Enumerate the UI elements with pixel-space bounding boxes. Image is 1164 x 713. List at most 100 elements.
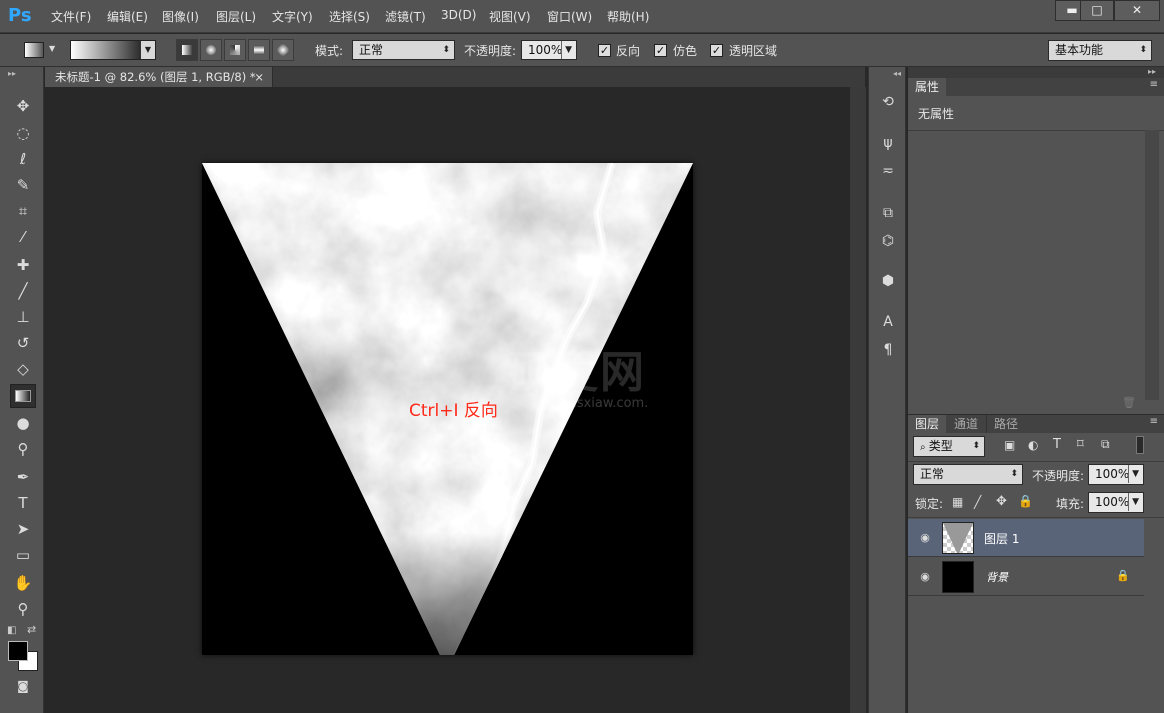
menu-edit[interactable]: 编辑(E) <box>107 8 148 25</box>
fill-input[interactable]: 100% ▼ <box>1088 492 1144 513</box>
rectangle-tool-icon[interactable]: ▭ <box>10 543 36 567</box>
opacity-input[interactable]: 100% ▼ <box>521 40 577 60</box>
lasso-tool-icon[interactable]: ℓ <box>10 147 36 171</box>
type-filter-icon[interactable]: T <box>1053 437 1061 452</box>
menu-help[interactable]: 帮助(H) <box>607 8 649 25</box>
eraser-tool-icon[interactable]: ◇ <box>10 357 36 381</box>
menu-bar: Ps 文件(F) 编辑(E) 图像(I) 图层(L) 文字(Y) 选择(S) 滤… <box>0 0 1164 33</box>
lock-position-icon[interactable]: ✥ <box>996 494 1007 509</box>
divider <box>908 461 1164 462</box>
linear-gradient-button[interactable] <box>176 39 198 61</box>
clone-source-icon[interactable]: ⧉ <box>878 203 898 223</box>
gradient-tool-icon[interactable] <box>10 384 36 408</box>
smart-object-filter-icon[interactable]: ⧉ <box>1101 437 1110 452</box>
layer-filter-select[interactable]: ⌕ 类型 ⬍ <box>913 436 985 457</box>
lock-all-icon[interactable]: 🔒 <box>1018 494 1033 508</box>
layer-name[interactable]: 图层 1 <box>984 530 1019 547</box>
menu-filter[interactable]: 滤镜(T) <box>385 8 426 25</box>
tab-channels[interactable]: 通道 <box>947 415 986 433</box>
reverse-label: 反向 <box>616 44 641 58</box>
expand-icon[interactable]: ▸▸ <box>1148 67 1156 76</box>
tool-presets-icon[interactable]: ⌬ <box>878 231 898 251</box>
chevron-down-icon[interactable]: ▼ <box>49 44 55 53</box>
path-select-tool-icon[interactable]: ➤ <box>10 517 36 541</box>
blur-tool-icon[interactable]: ● <box>10 411 36 435</box>
menu-type[interactable]: 文字(Y) <box>272 8 313 25</box>
menu-file[interactable]: 文件(F) <box>51 8 91 25</box>
tool-preset-icon[interactable] <box>24 42 44 58</box>
marquee-tool-icon[interactable]: ◌ <box>10 121 36 145</box>
lock-transparent-icon[interactable]: ▦ <box>952 495 963 509</box>
menu-image[interactable]: 图像(I) <box>162 8 199 25</box>
reverse-checkbox[interactable]: ✓ <box>598 44 611 57</box>
divider <box>908 517 1164 518</box>
angle-gradient-button[interactable] <box>224 39 246 61</box>
reflected-gradient-button[interactable] <box>248 39 270 61</box>
document-tab[interactable]: 未标题-1 @ 82.6% (图层 1, RGB/8) * × <box>45 67 273 87</box>
paragraph-icon[interactable]: ¶ <box>878 340 898 360</box>
brushes-icon[interactable]: ψ <box>878 133 898 153</box>
gradient-dropdown-icon[interactable]: ▼ <box>140 41 155 59</box>
maximize-button[interactable]: □ <box>1080 0 1114 21</box>
3d-icon[interactable]: ⬢ <box>878 271 898 291</box>
panel-menu-icon[interactable]: ≡ <box>1150 416 1158 427</box>
foreground-color-swatch[interactable] <box>8 641 28 661</box>
pen-tool-icon[interactable]: ✒ <box>10 465 36 489</box>
brush-presets-icon[interactable]: ≂ <box>878 161 898 181</box>
character-icon[interactable]: A <box>878 312 898 332</box>
zoom-tool-icon[interactable]: ⚲ <box>10 597 36 621</box>
tab-properties[interactable]: 属性 <box>908 78 947 96</box>
dither-checkbox[interactable]: ✓ <box>654 44 667 57</box>
trash-icon[interactable]: 🗑 <box>1122 396 1136 409</box>
layer-row[interactable]: ◉ 图层 1 <box>908 519 1144 557</box>
tab-layers[interactable]: 图层 <box>908 415 947 433</box>
lock-pixels-icon[interactable]: ╱ <box>974 495 981 509</box>
swap-colors-icon[interactable]: ⇄ <box>27 623 36 636</box>
layer-row[interactable]: ◉ 背景 🔒 <box>908 558 1144 596</box>
history-brush-tool-icon[interactable]: ↺ <box>10 331 36 355</box>
properties-scrollbar[interactable] <box>1145 130 1159 400</box>
collapse-icon[interactable]: ◂◂ <box>893 69 901 78</box>
quick-mask-icon[interactable]: ◙ <box>10 674 36 698</box>
brush-tool-icon[interactable]: ╱ <box>10 279 36 303</box>
move-tool-icon[interactable]: ✥ <box>10 94 36 118</box>
collapse-icon[interactable]: ▸▸ <box>8 69 16 78</box>
dodge-tool-icon[interactable]: ⚲ <box>10 437 36 461</box>
crop-tool-icon[interactable]: ⌗ <box>10 199 36 223</box>
pixel-filter-icon[interactable]: ▣ <box>1004 438 1015 452</box>
layer-opacity-input[interactable]: 100% ▼ <box>1088 464 1144 485</box>
menu-layer[interactable]: 图层(L) <box>216 8 256 25</box>
tab-paths[interactable]: 路径 <box>986 415 1026 433</box>
shape-filter-icon[interactable]: ⌑ <box>1077 437 1084 452</box>
diamond-gradient-button[interactable] <box>272 39 294 61</box>
eyedropper-tool-icon[interactable]: ⁄ <box>10 225 36 249</box>
visibility-eye-icon[interactable]: ◉ <box>918 531 932 545</box>
opacity-label: 不透明度: <box>464 44 517 58</box>
close-button[interactable]: ✕ <box>1114 0 1160 21</box>
quick-select-tool-icon[interactable]: ✎ <box>10 173 36 197</box>
radial-gradient-button[interactable] <box>200 39 222 61</box>
adjustment-filter-icon[interactable]: ◐ <box>1028 438 1038 452</box>
layer-name[interactable]: 背景 <box>986 569 1008 585</box>
workspace-value: 基本功能 <box>1055 43 1104 57</box>
hand-tool-icon[interactable]: ✋ <box>10 571 36 595</box>
blend-mode-select[interactable]: 正常 ⬍ <box>913 464 1023 485</box>
canvas-scrollbar[interactable] <box>850 87 866 713</box>
menu-window[interactable]: 窗口(W) <box>547 8 592 25</box>
workspace-select[interactable]: 基本功能 ⬍ <box>1048 40 1152 61</box>
healing-brush-tool-icon[interactable]: ✚ <box>10 253 36 277</box>
default-colors-icon[interactable]: ◧ <box>7 625 16 636</box>
type-tool-icon[interactable]: T <box>10 491 36 515</box>
panel-menu-icon[interactable]: ≡ <box>1150 79 1158 90</box>
fill-value: 100% <box>1095 495 1130 509</box>
transparency-checkbox[interactable]: ✓ <box>710 44 723 57</box>
filter-toggle[interactable] <box>1136 436 1144 454</box>
menu-select[interactable]: 选择(S) <box>329 8 370 25</box>
close-tab-icon[interactable]: × <box>254 67 264 87</box>
mode-select[interactable]: 正常 ⬍ <box>352 40 455 60</box>
menu-view[interactable]: 视图(V) <box>489 8 531 25</box>
visibility-eye-icon[interactable]: ◉ <box>918 570 932 584</box>
clone-stamp-tool-icon[interactable]: ⊥ <box>10 305 36 329</box>
menu-3d[interactable]: 3D(D) <box>441 8 476 22</box>
history-icon[interactable]: ⟲ <box>878 92 898 112</box>
